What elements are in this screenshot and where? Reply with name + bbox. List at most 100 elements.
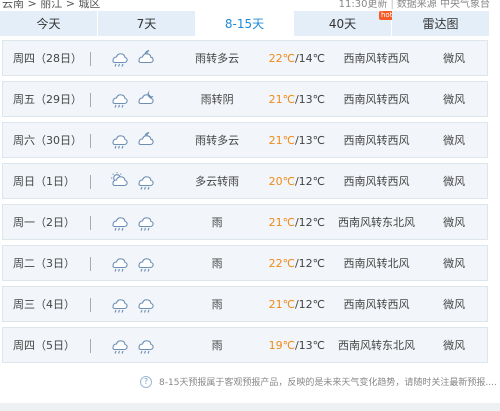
- day-label: 周四（5日）: [3, 337, 91, 353]
- wind-direction: 西南风转西风: [343, 298, 410, 311]
- rain-cloud-icon: [137, 299, 154, 313]
- wind-direction: 西南风转东北风: [337, 216, 415, 229]
- weather-icons: [91, 171, 173, 191]
- day-label: 周五（29日）: [3, 91, 91, 107]
- forecast-row[interactable]: 周一（2日） 雨 21℃/12℃ 西南风转东北风 微风: [2, 204, 488, 240]
- forecast-row[interactable]: 周三（4日） 雨 21℃/12℃ 西南风转西风 微风: [2, 286, 488, 322]
- high-temp: 22℃: [268, 51, 295, 65]
- cloud-moon-icon: [137, 90, 154, 105]
- tab-7-days[interactable]: 7天: [98, 11, 196, 36]
- temperature: 22℃/14℃: [262, 52, 332, 65]
- condition: 雨: [211, 298, 223, 311]
- high-temp: 21℃: [268, 297, 295, 311]
- weather-icons: [91, 253, 173, 273]
- day-label: 周一（2日）: [3, 214, 91, 230]
- forecast-row[interactable]: 周四（5日） 雨 19℃/13℃ 西南风转东北风 微风: [2, 327, 488, 363]
- high-temp: 20℃: [268, 174, 295, 188]
- temperature: 21℃/13℃: [262, 93, 332, 106]
- weather-icons: [91, 335, 173, 355]
- forecast-tabs: 今天 7天 8-15天 40天 hot 雷达图: [0, 11, 490, 36]
- high-temp: 21℃: [268, 215, 295, 229]
- update-info: 11:30更新 | 数据来源 中央气象台: [338, 0, 490, 10]
- condition: 雨: [211, 257, 223, 270]
- temperature: 20℃/12℃: [262, 175, 332, 188]
- weather-icons: [91, 212, 173, 232]
- temperature: 21℃/12℃: [262, 298, 332, 311]
- rain-cloud-icon: [111, 299, 128, 313]
- condition: 雨: [211, 339, 223, 352]
- condition: 多云转雨: [195, 175, 240, 188]
- rain-cloud-icon: [111, 340, 128, 354]
- rain-cloud-icon: [111, 217, 128, 231]
- condition: 雨转多云: [195, 52, 240, 65]
- wind-level: 微风: [443, 52, 466, 65]
- rain-cloud-icon: [137, 176, 154, 190]
- low-temp: /13℃: [294, 133, 326, 147]
- partly-cloudy-sun-icon: [110, 172, 128, 187]
- low-temp: /12℃: [294, 174, 326, 188]
- low-temp: /13℃: [294, 92, 326, 106]
- rain-cloud-icon: [111, 135, 128, 149]
- wind-direction: 西南风转西风: [343, 134, 410, 147]
- condition: 雨转阴: [200, 93, 234, 106]
- wind-level: 微风: [443, 175, 466, 188]
- wind-level: 微风: [443, 93, 466, 106]
- wind-direction: 西南风转北风: [343, 257, 410, 270]
- wind-level: 微风: [443, 257, 466, 270]
- forecast-row[interactable]: 周二（3日） 雨 22℃/12℃ 西南风转北风 微风: [2, 245, 488, 281]
- high-temp: 21℃: [268, 92, 295, 106]
- forecast-list: 周四（28日） 雨转多云 22℃/14℃ 西南风转西风 微风 周五（29日） 雨转阴 21℃/…: [2, 40, 488, 368]
- wind-level: 微风: [443, 339, 466, 352]
- low-temp: /14℃: [294, 51, 326, 65]
- cloudy-moon-icon: [137, 131, 154, 146]
- day-label: 周四（28日）: [3, 50, 91, 66]
- high-temp: 21℃: [268, 133, 295, 147]
- rain-cloud-icon: [111, 258, 128, 272]
- forecast-row[interactable]: 周五（29日） 雨转阴 21℃/13℃ 西南风转西风 微风: [2, 81, 488, 117]
- rain-cloud-icon: [111, 94, 128, 108]
- update-time: 11:30更新: [338, 0, 388, 10]
- temperature: 21℃/13℃: [262, 134, 332, 147]
- low-temp: /12℃: [294, 297, 326, 311]
- high-temp: 19℃: [268, 338, 295, 352]
- tab-radar[interactable]: 雷达图: [392, 11, 490, 36]
- weather-icons: [91, 130, 173, 150]
- weather-icons: [91, 89, 173, 109]
- condition: 雨转多云: [195, 134, 240, 147]
- tab-40-days[interactable]: 40天 hot: [294, 11, 395, 36]
- footer-band: [0, 403, 500, 411]
- wind-level: 微风: [443, 298, 466, 311]
- rain-cloud-icon: [137, 340, 154, 354]
- forecast-row[interactable]: 周六（30日） 雨转多云 21℃/13℃ 西南风转西风 微风: [2, 122, 488, 158]
- day-label: 周三（4日）: [3, 296, 91, 312]
- tab-8-15-days[interactable]: 8-15天: [196, 11, 294, 36]
- wind-direction: 西南风转东北风: [337, 339, 415, 352]
- weather-icons: [91, 294, 173, 314]
- cloudy-moon-icon: [137, 49, 154, 64]
- data-source: 数据来源 中央气象台: [396, 0, 490, 10]
- day-label: 周六（30日）: [3, 132, 91, 148]
- rain-cloud-icon: [137, 217, 154, 231]
- forecast-note: ? 8-15天预报属于客观预报产品，反映的是未来天气变化趋势，请随时关注最新预报…: [140, 375, 497, 388]
- wind-direction: 西南风转西风: [343, 175, 410, 188]
- wind-direction: 西南风转西风: [343, 93, 410, 106]
- day-label: 周日（1日）: [3, 173, 91, 189]
- rain-cloud-icon: [137, 258, 154, 272]
- temperature: 19℃/13℃: [262, 339, 332, 352]
- weather-icons: [91, 48, 173, 68]
- temperature: 22℃/12℃: [262, 257, 332, 270]
- high-temp: 22℃: [268, 256, 295, 270]
- wind-level: 微风: [443, 216, 466, 229]
- forecast-row[interactable]: 周四（28日） 雨转多云 22℃/14℃ 西南风转西风 微风: [2, 40, 488, 76]
- wind-level: 微风: [443, 134, 466, 147]
- temperature: 21℃/12℃: [262, 216, 332, 229]
- tab-today[interactable]: 今天: [0, 11, 98, 36]
- wind-direction: 西南风转西风: [343, 52, 410, 65]
- day-label: 周二（3日）: [3, 255, 91, 271]
- low-temp: /12℃: [294, 215, 326, 229]
- forecast-row[interactable]: 周日（1日） 多云转雨 20℃/12℃ 西南风转西风 微风: [2, 163, 488, 199]
- low-temp: /12℃: [294, 256, 326, 270]
- condition: 雨: [211, 216, 223, 229]
- question-icon[interactable]: ?: [140, 375, 152, 388]
- breadcrumb[interactable]: 云南 > 丽江 > 城区: [2, 0, 100, 11]
